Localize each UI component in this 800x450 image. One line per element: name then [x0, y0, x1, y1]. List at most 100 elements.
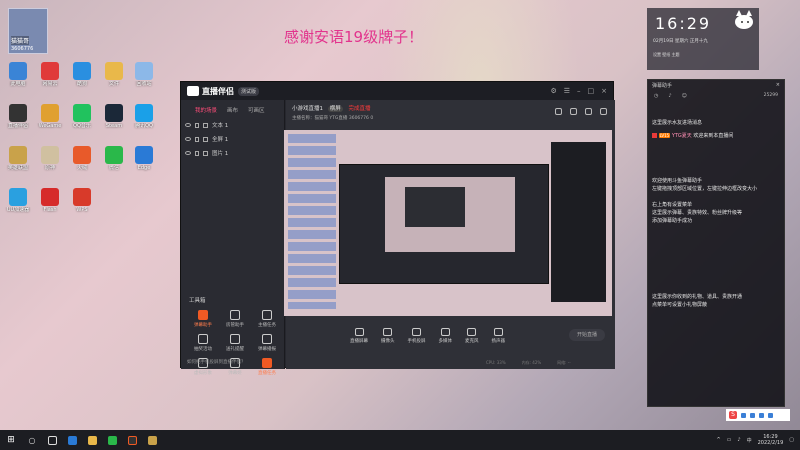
minimize-icon[interactable]: – — [577, 87, 581, 95]
lock-icon[interactable] — [195, 122, 199, 128]
tool-button[interactable]: 弹幕助手 — [189, 310, 217, 328]
tab-canvas[interactable]: 画布 — [227, 106, 238, 114]
tool-button[interactable]: 弹幕播报 — [253, 334, 281, 352]
history-icon[interactable]: ◷ — [654, 93, 658, 101]
desktop-icon[interactable]: WeGame — [36, 104, 64, 135]
live-companion-taskbar-icon[interactable] — [122, 433, 142, 447]
desktop-icon[interactable]: 文件 — [100, 62, 128, 93]
control-button[interactable]: 摄像头 — [381, 328, 395, 344]
control-button[interactable]: 直播屏幕 — [350, 328, 368, 344]
windows-start-icon[interactable]: ⊞ — [0, 435, 22, 445]
finish-live-label[interactable]: 完成直播 — [349, 106, 371, 112]
lock-icon[interactable] — [195, 150, 199, 156]
source-item[interactable]: 图片 1 — [181, 146, 284, 160]
control-icon — [383, 328, 393, 336]
record-icon[interactable] — [585, 108, 592, 115]
start-live-button[interactable]: 开始直播 — [569, 329, 605, 341]
menu-icon[interactable]: ☰ — [564, 87, 570, 95]
maximize-icon[interactable]: □ — [588, 87, 595, 95]
tray-arrow-icon[interactable]: ^ — [716, 437, 720, 443]
volume-icon[interactable]: ♪ — [737, 437, 740, 443]
notification-icon[interactable]: ▢ — [789, 437, 794, 443]
status-item: 网络: -- — [557, 359, 571, 365]
desktop-icon[interactable]: 回收站 — [130, 62, 158, 93]
desktop-icon[interactable]: 英雄联盟 — [4, 146, 32, 177]
screenshot-icon[interactable] — [570, 108, 577, 115]
desktop-icon[interactable]: 腾讯QQ — [130, 104, 158, 135]
search-icon[interactable]: ○ — [22, 433, 42, 447]
tool-button[interactable]: 送礼提醒 — [221, 334, 249, 352]
desktop-icon[interactable]: QQ音乐 — [68, 104, 96, 135]
control-button[interactable]: 扬声器 — [491, 328, 506, 344]
eye-icon[interactable] — [185, 137, 191, 141]
stream-preview[interactable] — [284, 130, 612, 316]
ime-tray-icon[interactable]: 中 — [747, 437, 752, 444]
desktop-icon[interactable]: Flash — [36, 188, 64, 219]
emoji-icon[interactable]: ☺ — [682, 93, 687, 101]
app-icon — [41, 188, 59, 206]
desktop-icon[interactable]: 网易云 — [36, 62, 64, 93]
desktop-icon[interactable]: Steam — [100, 104, 128, 135]
close-icon[interactable]: × — [601, 87, 607, 95]
mic-icon[interactable] — [750, 412, 755, 418]
fans-count: 25299 — [763, 93, 778, 98]
more-icon[interactable] — [600, 108, 607, 115]
control-button[interactable]: 麦克风 — [465, 328, 479, 344]
lock-icon[interactable] — [195, 136, 199, 142]
left-pane: 我的场景 画布 可画区 文本 1 全屏 1 图片 1 工具箱 弹幕助手 房管助手 主… — [181, 100, 285, 376]
wechat-taskbar-icon[interactable] — [102, 433, 122, 447]
desktop-icon[interactable]: 酷狗 — [68, 62, 96, 93]
settings-icon[interactable]: ⚙ — [550, 87, 556, 95]
skin-icon[interactable] — [768, 412, 773, 418]
app-titlebar[interactable]: 直播伴侣 测试版 ⚙ ☰ – □ × — [181, 82, 613, 100]
desktop-icon-label: UU加速器 — [6, 207, 30, 213]
edge-taskbar-icon[interactable] — [62, 433, 82, 447]
desktop-icon[interactable]: 此电脑 — [4, 62, 32, 93]
input-method-bar[interactable]: S — [726, 409, 790, 421]
tool-button[interactable]: 直播任务 — [253, 358, 281, 376]
tool-button[interactable]: 主播任务 — [253, 310, 281, 328]
chat-username[interactable]: YTG夏天 — [672, 133, 692, 139]
desktop-icon[interactable]: 微信 — [100, 146, 128, 177]
task-view-icon[interactable] — [42, 433, 62, 447]
close-icon[interactable]: × — [776, 82, 780, 88]
app-icon — [105, 62, 123, 80]
sogou-icon[interactable]: S — [729, 411, 737, 419]
keyboard-icon[interactable] — [759, 412, 764, 418]
game-taskbar-icon[interactable] — [142, 433, 162, 447]
preview-chat-panel — [551, 142, 606, 302]
taskbar-clock[interactable]: 16:29 2022/2/19 — [758, 434, 784, 446]
tool-button[interactable]: 抽奖活动 — [189, 334, 217, 352]
share-icon[interactable] — [555, 108, 562, 115]
ime-icon[interactable] — [741, 412, 746, 418]
control-button[interactable]: 多媒体 — [438, 328, 453, 344]
desktop-icon[interactable]: 原神 — [36, 146, 64, 177]
eye-icon[interactable] — [185, 151, 191, 155]
control-button[interactable]: 手机投屏 — [408, 328, 426, 344]
orientation-badge[interactable]: 横屏 — [327, 106, 343, 112]
status-item: 内存: 42% — [521, 359, 542, 365]
desktop-icon[interactable]: WPS — [68, 188, 96, 219]
source-item[interactable]: 文本 1 — [181, 118, 284, 132]
mirror-hint-link[interactable]: 如何把手机投屏到直播伴侣？ — [187, 359, 246, 365]
desktop-icon-label: 网易云 — [42, 81, 58, 87]
control-bar: 直播屏幕 摄像头 手机投屏 多媒体 麦克风 扬声器 — [286, 322, 615, 350]
network-icon[interactable]: ▭ — [727, 437, 732, 443]
eye-icon[interactable] — [185, 123, 191, 127]
desktop-icon[interactable]: Edge — [130, 146, 158, 177]
tab-scenes[interactable]: 我的场景 — [195, 106, 217, 114]
control-label: 扬声器 — [491, 339, 506, 344]
sound-icon[interactable]: ♪ — [668, 93, 671, 101]
clock-actions[interactable]: 设置 壁纸 主题 — [653, 52, 680, 58]
control-label: 多媒体 — [438, 339, 453, 344]
desktop-icon[interactable]: UU加速器 — [4, 188, 32, 219]
tool-button[interactable]: 房管助手 — [221, 310, 249, 328]
tab-drawable[interactable]: 可画区 — [248, 106, 265, 114]
app-title: 直播伴侣 — [202, 86, 234, 96]
status-bar: CPU: 33% 内存: 42% 网络: -- — [286, 358, 615, 367]
clock-date: 02月19日 星期六 正月十九 — [653, 39, 708, 44]
desktop-icon[interactable]: 直播伴侣 — [4, 104, 32, 135]
explorer-taskbar-icon[interactable] — [82, 433, 102, 447]
desktop-icon[interactable]: 火绒 — [68, 146, 96, 177]
source-item[interactable]: 全屏 1 — [181, 132, 284, 146]
